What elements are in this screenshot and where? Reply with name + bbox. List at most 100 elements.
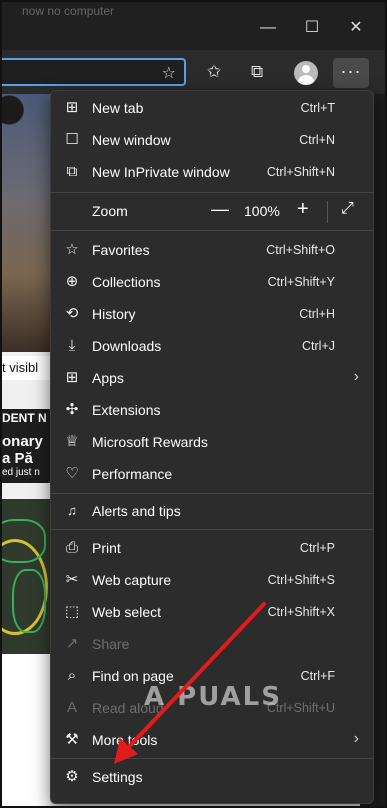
menu-item-label: New InPrivate window: [92, 164, 230, 180]
menu-item-label: Zoom: [92, 203, 128, 219]
download-icon: ⤓: [68, 337, 76, 354]
menu-item-shortcut: Ctrl+P: [299, 541, 335, 555]
menu-item-label: Share: [92, 636, 130, 652]
menu-item-web-select[interactable]: ⬚ Web select Ctrl+Shift+X: [51, 596, 373, 628]
history-icon: ⟲: [65, 305, 79, 322]
find-icon: ⌕: [67, 667, 77, 684]
menu-item-shortcut: Ctrl+Shift+Y: [267, 275, 335, 289]
menu-item-shortcut: Ctrl+J: [302, 339, 335, 353]
watermark-logo: A PUALS: [144, 682, 282, 712]
close-button[interactable]: ✕: [336, 16, 376, 40]
menu-divider: [51, 493, 373, 494]
menu-item-label: New window: [92, 132, 171, 148]
menu-item-apps[interactable]: ⊞ Apps ›: [51, 362, 373, 394]
rewards-icon: ♕: [65, 433, 79, 450]
news-snippet: onary: [2, 433, 43, 450]
menu-item-new-inprivate-window[interactable]: ⧉ New InPrivate window Ctrl+Shift+N: [51, 156, 373, 188]
chevron-right-icon: ›: [353, 730, 359, 747]
menu-item-label: Performance: [92, 466, 173, 482]
title-bar: now no computer — ☐ ✕: [2, 2, 385, 50]
collections-icon[interactable]: ⧉: [251, 62, 263, 82]
menu-item-history[interactable]: ⟲ History Ctrl+H: [51, 298, 373, 330]
more-tools-icon: ⚒: [65, 731, 79, 748]
menu-item-label: Apps: [92, 370, 124, 386]
menu-item-label: History: [92, 306, 136, 322]
menu-item-performance[interactable]: ♡ Performance: [51, 458, 373, 490]
background-map: [2, 499, 50, 654]
read-aloud-icon: A: [66, 699, 77, 716]
menu-item-print[interactable]: ⎙ Print Ctrl+P: [51, 532, 373, 564]
menu-item-label: Alerts and tips: [92, 503, 181, 519]
settings-and-more-button[interactable]: ···: [333, 58, 369, 88]
menu-divider: [51, 758, 373, 759]
favorites-icon[interactable]: ✩: [207, 62, 221, 82]
news-snippet: a Pă: [2, 450, 33, 467]
menu-item-zoom: Zoom — 100% + ⤢: [51, 195, 373, 227]
address-bar[interactable]: ☆: [2, 58, 186, 86]
avatar[interactable]: [294, 61, 318, 85]
menu-item-favorites[interactable]: ☆ Favorites Ctrl+Shift+O: [51, 234, 373, 266]
menu-item-microsoft-rewards[interactable]: ♕ Microsoft Rewards: [51, 426, 373, 458]
bell-icon: ♫: [67, 503, 77, 518]
menu-item-shortcut: Ctrl+Shift+S: [267, 573, 335, 587]
zoom-divider: [327, 201, 328, 223]
menu-item-label: Microsoft Rewards: [92, 434, 208, 450]
menu-item-new-tab[interactable]: ⊞ New tab Ctrl+T: [51, 92, 373, 124]
print-icon: ⎙: [65, 539, 78, 556]
menu-item-web-capture[interactable]: ✂ Web capture Ctrl+Shift+S: [51, 564, 373, 596]
menu-item-shortcut: Ctrl+N: [299, 133, 335, 147]
gear-icon: ⚙: [65, 768, 79, 785]
menu-item-share: ↗ Share: [51, 628, 373, 660]
menu-item-label: Collections: [92, 274, 161, 290]
share-icon: ↗: [65, 635, 79, 652]
menu-item-label: New tab: [92, 100, 144, 116]
menu-item-alerts-and-tips[interactable]: ♫ Alerts and tips: [51, 495, 373, 527]
performance-icon: ♡: [65, 465, 79, 482]
menu-item-label: Settings: [92, 769, 143, 785]
menu-item-shortcut: Ctrl+F: [300, 669, 335, 683]
menu-item-label: Web capture: [92, 572, 172, 588]
collections-icon: ⊕: [65, 273, 79, 290]
menu-item-extensions[interactable]: ✣ Extensions: [51, 394, 373, 426]
browser-toolbar: ☆ ✩ ⧉ ···: [2, 50, 385, 94]
new-tab-icon: ⊞: [65, 99, 79, 116]
menu-item-label: Favorites: [92, 242, 150, 258]
minimize-button[interactable]: —: [248, 16, 288, 40]
zoom-level: 100%: [244, 203, 280, 219]
menu-item-label: Extensions: [92, 402, 161, 418]
browser-window: now no computer — ☐ ✕ ☆ ✩ ⧉ ··· t visibl…: [0, 0, 387, 808]
menu-item-shortcut: Ctrl+Shift+N: [266, 165, 335, 179]
menu-item-label: More tools: [92, 732, 158, 748]
background-page-lower: [2, 654, 50, 806]
favorites-icon: ☆: [65, 241, 79, 258]
new-window-icon: ☐: [65, 131, 79, 148]
menu-item-label: Print: [92, 540, 121, 556]
menu-item-downloads[interactable]: ⤓ Downloads Ctrl+J: [51, 330, 373, 362]
menu-item-shortcut: Ctrl+T: [300, 101, 335, 115]
menu-item-more-tools[interactable]: ⚒ More tools ›: [51, 724, 373, 756]
menu-item-new-window[interactable]: ☐ New window Ctrl+N: [51, 124, 373, 156]
news-snippet: ed just n: [2, 467, 40, 478]
background-news-card: DENT N onary a Pă ed just n: [2, 409, 50, 483]
star-plus-icon[interactable]: ☆: [162, 63, 176, 83]
web-capture-icon: ✂: [65, 571, 79, 588]
menu-divider: [51, 192, 373, 193]
news-snippet: DENT N: [2, 411, 47, 425]
zoom-out-button[interactable]: —: [211, 199, 229, 220]
maximize-button[interactable]: ☐: [292, 16, 332, 40]
menu-divider: [51, 529, 373, 530]
zoom-in-button[interactable]: +: [297, 198, 309, 221]
menu-item-shortcut: Ctrl+H: [299, 307, 335, 321]
menu-item-collections[interactable]: ⊕ Collections Ctrl+Shift+Y: [51, 266, 373, 298]
background-snippet: t visibl: [2, 356, 50, 380]
chevron-right-icon: ›: [353, 368, 359, 385]
web-select-icon: ⬚: [64, 603, 80, 620]
menu-item-settings[interactable]: ⚙ Settings: [51, 761, 373, 793]
inprivate-icon: ⧉: [66, 163, 78, 180]
fullscreen-icon[interactable]: ⤢: [341, 200, 354, 218]
window-title: now no computer: [22, 4, 115, 18]
menu-item-shortcut: Ctrl+Shift+O: [266, 243, 335, 257]
menu-item-label: Downloads: [92, 338, 162, 354]
extensions-icon: ✣: [65, 401, 79, 418]
background-hero-image: [2, 94, 50, 352]
